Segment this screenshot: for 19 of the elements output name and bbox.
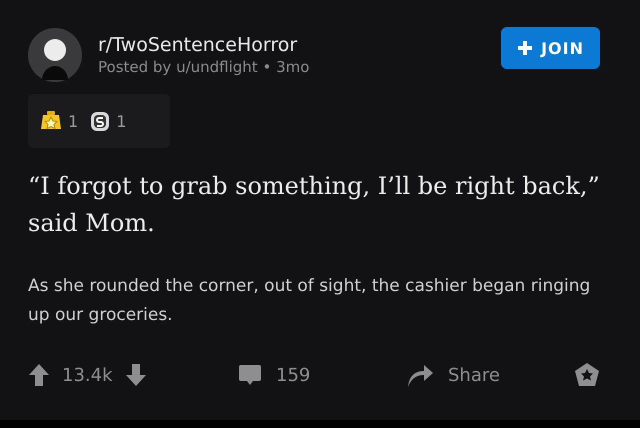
awards-bar[interactable]: 1 1 (28, 94, 170, 148)
plus-icon (517, 40, 534, 56)
post-meta: Posted by u/undflight • 3mo (98, 58, 310, 76)
share-arrow-icon (406, 362, 434, 388)
avatar-icon (28, 28, 82, 82)
upvote-icon[interactable] (28, 363, 50, 387)
join-button[interactable]: JOIN (501, 27, 600, 69)
coin-award-icon (90, 109, 110, 133)
post-title: “I forgot to grab something, I’ll be right back,” said Mom. (28, 171, 600, 239)
vote-count: 13.4k (62, 364, 113, 386)
post-body: As she rounded the corner, out of sight, the cashier began ringing up our groceries. (28, 275, 592, 327)
award-count: 1 (68, 112, 78, 130)
share-button[interactable]: Share (406, 362, 574, 388)
comments-button[interactable]: 159 (238, 363, 406, 387)
subreddit-name[interactable]: r/TwoSentenceHorror (98, 34, 486, 56)
award-icon[interactable] (574, 362, 600, 388)
award-count: 1 (116, 112, 126, 130)
comment-icon (238, 363, 262, 387)
downvote-icon[interactable] (124, 363, 147, 387)
